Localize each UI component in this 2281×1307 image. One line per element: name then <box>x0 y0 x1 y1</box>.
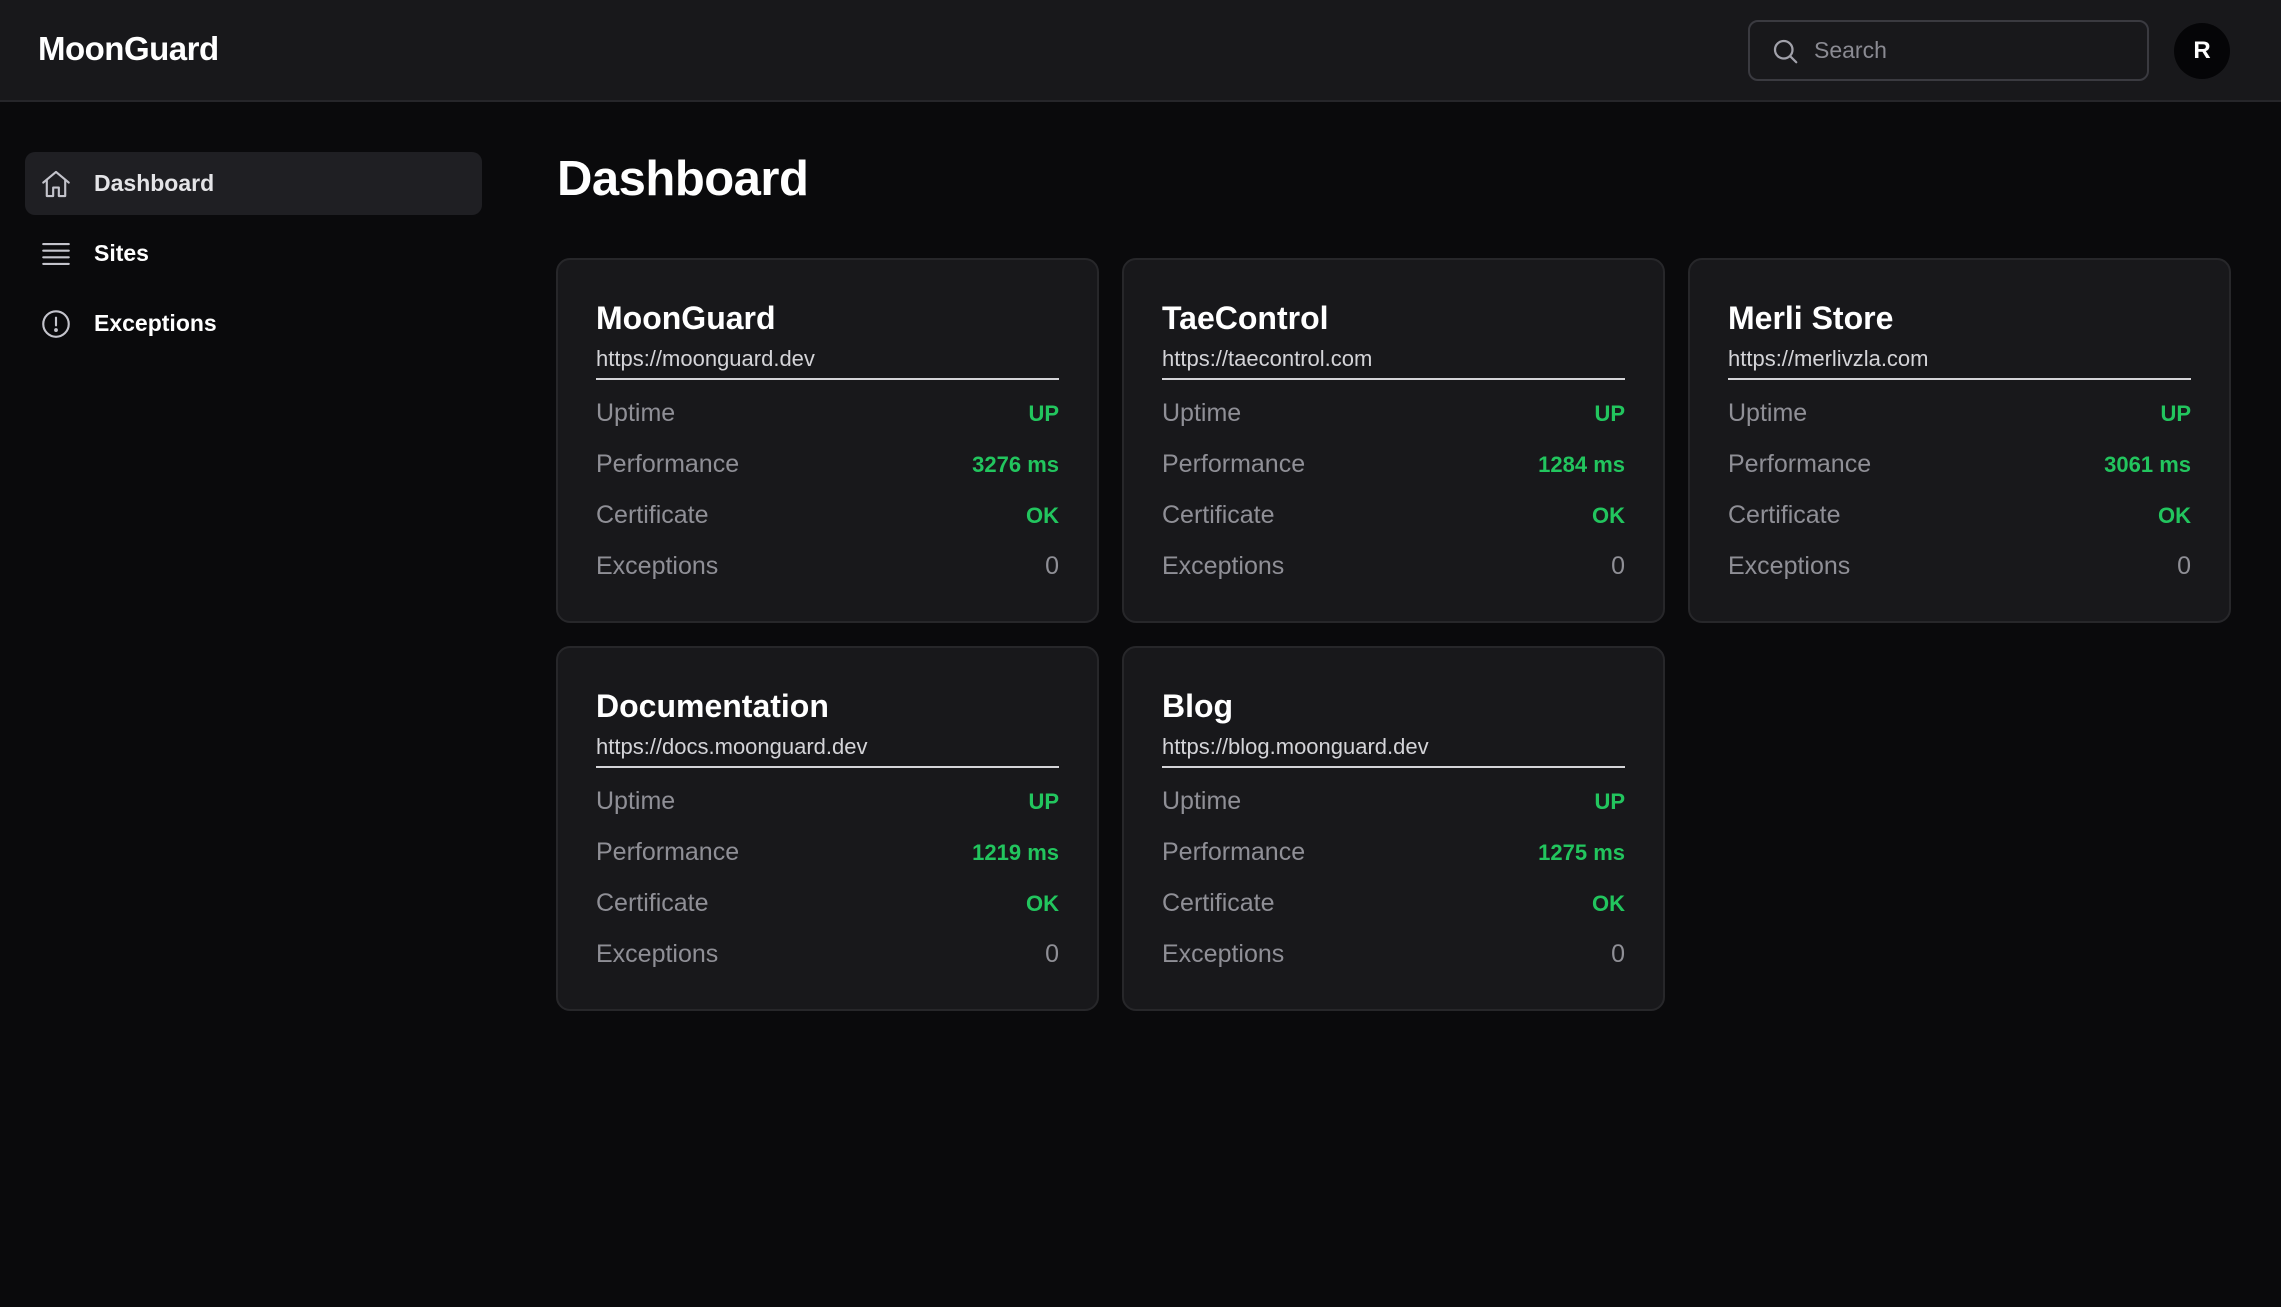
site-url-link[interactable]: https://moonguard.dev <box>596 346 1059 380</box>
metric-certificate: Certificate OK <box>596 490 1059 541</box>
metric-certificate: Certificate OK <box>1728 490 2191 541</box>
home-icon <box>42 170 70 197</box>
metric-certificate: Certificate OK <box>1162 878 1625 929</box>
certificate-status: OK <box>1592 502 1625 528</box>
exceptions-count: 0 <box>1045 552 1059 580</box>
site-card[interactable]: Blog https://blog.moonguard.dev Uptime U… <box>1122 646 1665 1011</box>
performance-value: 3276 ms <box>972 451 1059 477</box>
site-card[interactable]: MoonGuard https://moonguard.dev Uptime U… <box>556 258 1099 623</box>
performance-value: 1284 ms <box>1538 451 1625 477</box>
metric-performance: Performance 1219 ms <box>596 827 1059 878</box>
exceptions-count: 0 <box>1045 940 1059 968</box>
list-icon <box>42 242 70 265</box>
metric-exceptions: Exceptions 0 <box>1728 541 2191 592</box>
metric-certificate: Certificate OK <box>1162 490 1625 541</box>
metric-performance: Performance 3061 ms <box>1728 439 2191 490</box>
site-name: MoonGuard <box>596 300 776 336</box>
search-input[interactable] <box>1814 37 2134 64</box>
brand-logo[interactable]: MoonGuard <box>38 30 219 68</box>
metric-certificate: Certificate OK <box>596 878 1059 929</box>
top-bar: MoonGuard R <box>0 0 2281 102</box>
sidebar: Dashboard Sites Exceptions <box>25 152 482 362</box>
metric-performance: Performance 3276 ms <box>596 439 1059 490</box>
metric-label: Performance <box>596 450 740 478</box>
site-url-link[interactable]: https://docs.moonguard.dev <box>596 734 1059 768</box>
certificate-status: OK <box>2158 502 2191 528</box>
metric-label: Uptime <box>1162 787 1242 815</box>
metric-performance: Performance 1275 ms <box>1162 827 1625 878</box>
site-metrics: Uptime UP Performance 1275 ms Certificat… <box>1162 776 1625 980</box>
site-cards-grid: MoonGuard https://moonguard.dev Uptime U… <box>556 258 2232 1011</box>
exceptions-count: 0 <box>1611 552 1625 580</box>
metric-label: Performance <box>1162 838 1306 866</box>
site-card[interactable]: Merli Store https://merlivzla.com Uptime… <box>1688 258 2231 623</box>
page-title: Dashboard <box>557 152 809 206</box>
site-url-link[interactable]: https://taecontrol.com <box>1162 346 1625 380</box>
metric-label: Performance <box>1728 450 1872 478</box>
sidebar-item-exceptions[interactable]: Exceptions <box>25 292 482 355</box>
metric-label: Uptime <box>596 787 676 815</box>
metric-exceptions: Exceptions 0 <box>596 541 1059 592</box>
site-metrics: Uptime UP Performance 1284 ms Certificat… <box>1162 388 1625 592</box>
metric-label: Certificate <box>596 501 709 529</box>
metric-uptime: Uptime UP <box>596 388 1059 439</box>
site-name: TaeControl <box>1162 300 1329 336</box>
search-box[interactable] <box>1748 20 2149 81</box>
metric-label: Exceptions <box>596 552 719 580</box>
metric-label: Certificate <box>1162 889 1275 917</box>
exceptions-count: 0 <box>1611 940 1625 968</box>
metric-label: Exceptions <box>1162 940 1285 968</box>
site-metrics: Uptime UP Performance 1219 ms Certificat… <box>596 776 1059 980</box>
performance-value: 3061 ms <box>2104 451 2191 477</box>
metric-label: Exceptions <box>1162 552 1285 580</box>
metric-uptime: Uptime UP <box>1162 776 1625 827</box>
alert-circle-icon <box>42 309 70 338</box>
metric-uptime: Uptime UP <box>596 776 1059 827</box>
user-avatar[interactable]: R <box>2174 23 2230 79</box>
site-url-link[interactable]: https://merlivzla.com <box>1728 346 2191 380</box>
metric-uptime: Uptime UP <box>1162 388 1625 439</box>
sidebar-item-sites[interactable]: Sites <box>25 222 482 285</box>
metric-exceptions: Exceptions 0 <box>1162 541 1625 592</box>
sidebar-item-label: Dashboard <box>94 170 215 196</box>
metric-exceptions: Exceptions 0 <box>1162 929 1625 980</box>
site-name: Documentation <box>596 688 829 724</box>
site-url-link[interactable]: https://blog.moonguard.dev <box>1162 734 1625 768</box>
sidebar-item-label: Sites <box>94 240 149 266</box>
metric-label: Performance <box>1162 450 1306 478</box>
site-card[interactable]: TaeControl https://taecontrol.com Uptime… <box>1122 258 1665 623</box>
metric-label: Exceptions <box>1728 552 1851 580</box>
metric-label: Exceptions <box>596 940 719 968</box>
metric-label: Uptime <box>1728 399 1808 427</box>
exceptions-count: 0 <box>2177 552 2191 580</box>
performance-value: 1275 ms <box>1538 839 1625 865</box>
metric-label: Uptime <box>1162 399 1242 427</box>
metric-label: Certificate <box>1728 501 1841 529</box>
performance-value: 1219 ms <box>972 839 1059 865</box>
uptime-status: UP <box>1594 400 1625 426</box>
sidebar-item-label: Exceptions <box>94 310 217 336</box>
metric-label: Certificate <box>1162 501 1275 529</box>
certificate-status: OK <box>1026 890 1059 916</box>
metric-label: Certificate <box>596 889 709 917</box>
uptime-status: UP <box>1028 788 1059 814</box>
site-metrics: Uptime UP Performance 3276 ms Certificat… <box>596 388 1059 592</box>
certificate-status: OK <box>1592 890 1625 916</box>
metric-label: Uptime <box>596 399 676 427</box>
metric-uptime: Uptime UP <box>1728 388 2191 439</box>
metric-label: Performance <box>596 838 740 866</box>
certificate-status: OK <box>1026 502 1059 528</box>
site-card[interactable]: Documentation https://docs.moonguard.dev… <box>556 646 1099 1011</box>
uptime-status: UP <box>1028 400 1059 426</box>
site-name: Blog <box>1162 688 1234 724</box>
uptime-status: UP <box>1594 788 1625 814</box>
search-icon <box>1773 39 1798 63</box>
uptime-status: UP <box>2160 400 2191 426</box>
sidebar-item-dashboard[interactable]: Dashboard <box>25 152 482 215</box>
site-name: Merli Store <box>1728 300 1894 336</box>
metric-exceptions: Exceptions 0 <box>596 929 1059 980</box>
site-metrics: Uptime UP Performance 3061 ms Certificat… <box>1728 388 2191 592</box>
metric-performance: Performance 1284 ms <box>1162 439 1625 490</box>
